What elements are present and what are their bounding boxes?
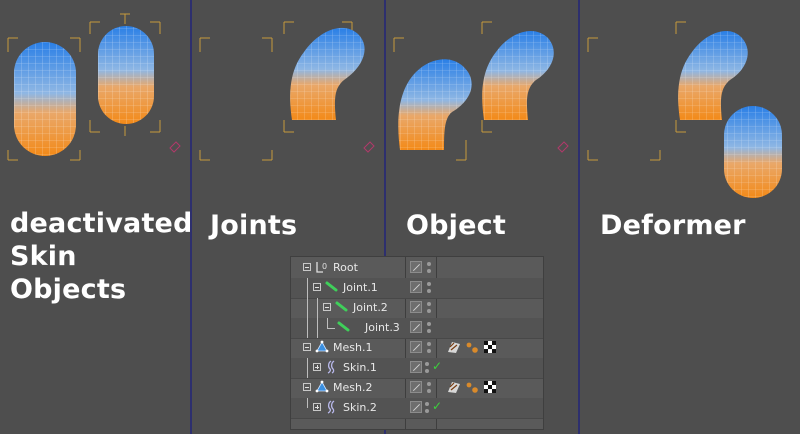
phong-tag-icon[interactable] (447, 340, 461, 354)
joint-icon (335, 301, 348, 312)
object-name: Mesh.2 (333, 381, 373, 394)
object-name: Root (333, 261, 358, 274)
visibility-toggle[interactable] (410, 361, 422, 373)
render-visibility-dot[interactable] (427, 349, 431, 353)
render-visibility-dot[interactable] (427, 289, 431, 293)
visibility-toggle[interactable] (410, 281, 422, 293)
caption-line: Object (406, 210, 506, 241)
visibility-toggle[interactable] (410, 321, 422, 333)
object-name: Joint.2 (353, 301, 388, 314)
weight-tag-icon[interactable] (465, 380, 479, 394)
object-row-mesh-1[interactable]: Mesh.1 (291, 338, 543, 359)
render-visibility-dot[interactable] (425, 409, 429, 413)
material-tag-icon[interactable] (483, 380, 497, 394)
render-visibility-dot[interactable] (425, 369, 429, 373)
weight-tag-icon[interactable] (465, 340, 479, 354)
null-object-icon: 0 (316, 262, 327, 273)
viewport-render (587, 21, 782, 198)
skin-deformer-icon (327, 400, 335, 414)
material-tag-icon[interactable] (483, 340, 497, 354)
expand-toggle[interactable] (313, 363, 321, 371)
object-manager: 0 Root Joint.1 Joint.2 Joint.3 Mesh.1 Sk… (290, 256, 544, 430)
editor-visibility-dot[interactable] (427, 262, 431, 266)
visibility-toggle[interactable] (410, 381, 422, 393)
collapse-toggle[interactable] (313, 283, 321, 291)
object-row-root[interactable]: 0 Root (291, 258, 543, 279)
collapse-toggle[interactable] (303, 263, 311, 271)
svg-text:0: 0 (322, 262, 327, 271)
object-row-joint-1[interactable]: Joint.1 (291, 278, 543, 299)
render-visibility-dot[interactable] (427, 269, 431, 273)
phong-tag-icon[interactable] (447, 380, 461, 394)
object-name: Skin.2 (343, 401, 377, 414)
collapse-toggle[interactable] (303, 343, 311, 351)
viewport-render (7, 13, 181, 161)
render-visibility-dot[interactable] (427, 329, 431, 333)
editor-visibility-dot[interactable] (427, 342, 431, 346)
expand-toggle[interactable] (313, 403, 321, 411)
caption-line: Skin Objects (10, 241, 127, 305)
editor-visibility-dot[interactable] (427, 282, 431, 286)
object-row-skin-2[interactable]: Skin.2 ✓ (291, 398, 543, 419)
visibility-toggle[interactable] (410, 401, 422, 413)
collapse-toggle[interactable] (323, 303, 331, 311)
viewport-panel-deactivated: deactivated Skin Objects (0, 0, 190, 434)
joint-icon (337, 321, 350, 332)
visibility-toggle[interactable] (410, 341, 422, 353)
object-name: Joint.1 (343, 281, 378, 294)
object-row-joint-3[interactable]: Joint.3 (291, 318, 543, 339)
viewport-panel-deformer: Deformer (580, 0, 800, 434)
object-name: Joint.3 (365, 321, 400, 334)
caption-line: Deformer (600, 210, 746, 241)
editor-visibility-dot[interactable] (425, 402, 429, 406)
enabled-checkmark-icon[interactable]: ✓ (432, 359, 442, 373)
enabled-checkmark-icon[interactable]: ✓ (432, 399, 442, 413)
editor-visibility-dot[interactable] (427, 382, 431, 386)
editor-visibility-dot[interactable] (427, 322, 431, 326)
polygon-mesh-icon (315, 340, 329, 353)
caption-line: Joints (210, 210, 298, 241)
collapse-toggle[interactable] (303, 383, 311, 391)
viewport-render (199, 21, 375, 161)
object-row-joint-2[interactable]: Joint.2 (291, 298, 543, 319)
skin-deformer-icon (327, 360, 335, 374)
viewport-render (393, 21, 569, 161)
visibility-toggle[interactable] (410, 261, 422, 273)
render-visibility-dot[interactable] (427, 309, 431, 313)
object-name: Skin.1 (343, 361, 377, 374)
object-row-mesh-2[interactable]: Mesh.2 (291, 378, 543, 399)
polygon-mesh-icon (315, 380, 329, 393)
render-visibility-dot[interactable] (427, 389, 431, 393)
editor-visibility-dot[interactable] (425, 362, 429, 366)
object-row-skin-1[interactable]: Skin.1 ✓ (291, 358, 543, 379)
caption-line: deactivated (10, 208, 190, 239)
joint-icon (325, 281, 338, 292)
visibility-toggle[interactable] (410, 301, 422, 313)
editor-visibility-dot[interactable] (427, 302, 431, 306)
object-name: Mesh.1 (333, 341, 373, 354)
